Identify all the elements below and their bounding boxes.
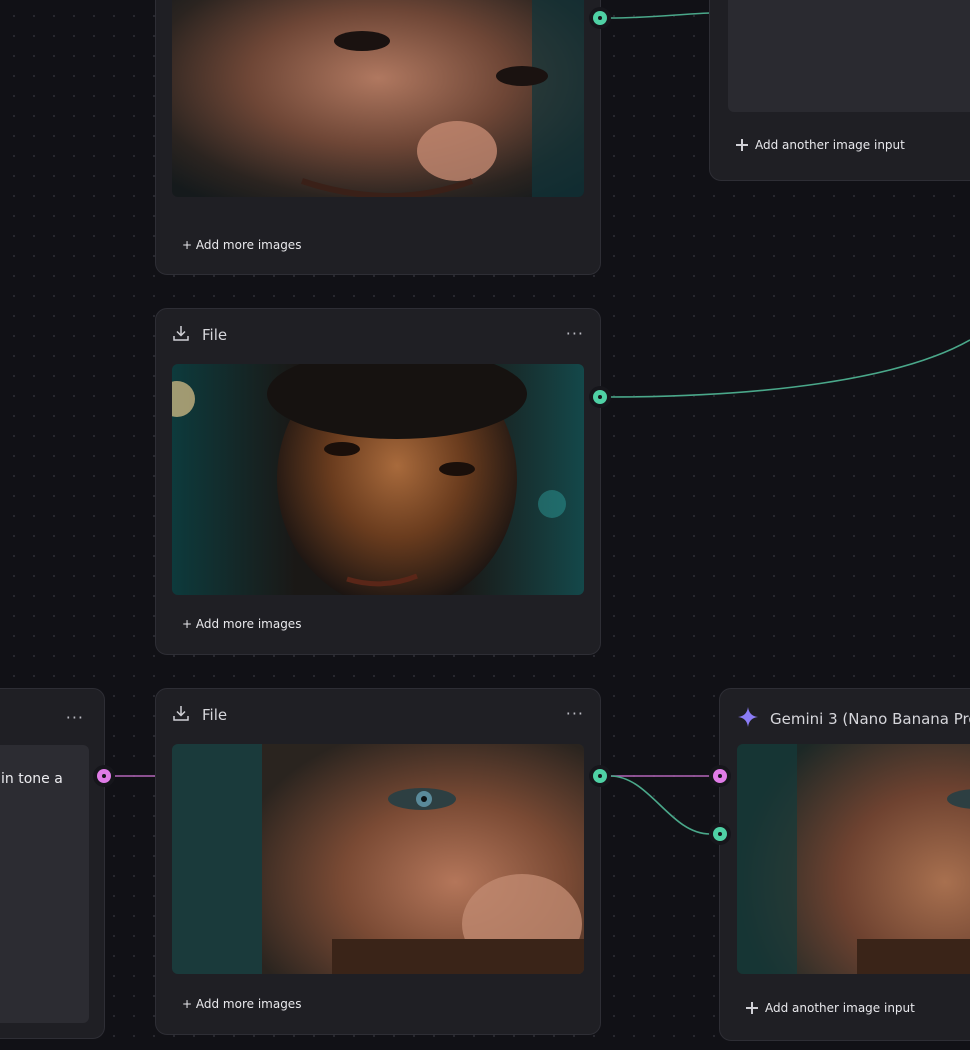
node-header: File ··· <box>172 323 584 347</box>
output-port-middle[interactable] <box>589 386 611 408</box>
file-node-bottom[interactable]: File ··· + Add more images <box>155 688 601 1035</box>
plus-icon <box>736 139 748 151</box>
node-header: File ··· <box>172 703 584 727</box>
portrait-image-woman <box>172 364 584 595</box>
prompt-text: in tone a <box>1 771 63 787</box>
input-port-gemini-prompt[interactable] <box>709 765 731 787</box>
image-input-placeholder[interactable] <box>728 0 970 112</box>
more-icon[interactable]: ··· <box>566 703 584 725</box>
node-title: File <box>202 706 228 724</box>
add-more-images-link[interactable]: + Add more images <box>182 617 301 631</box>
gemini-node[interactable]: Gemini 3 (Nano Banana Pro) Add another i… <box>719 688 970 1041</box>
wire-top <box>609 12 711 19</box>
add-more-images-link[interactable]: + Add more images <box>182 997 301 1011</box>
output-port-text[interactable] <box>93 765 115 787</box>
output-port-top[interactable] <box>589 7 611 29</box>
node-title: Gemini 3 (Nano Banana Pro) <box>770 710 970 728</box>
wire-bottom-green <box>609 775 711 835</box>
download-icon <box>172 704 190 726</box>
wire-mid <box>609 339 970 398</box>
input-port-gemini-image[interactable] <box>709 823 731 845</box>
add-another-image-input-label: Add another image input <box>755 138 905 152</box>
add-another-image-input-label: Add another image input <box>765 1001 915 1015</box>
add-another-image-input-button[interactable]: Add another image input <box>736 138 905 152</box>
portrait-image-man-blue-eye <box>172 744 584 974</box>
more-icon[interactable]: ··· <box>66 707 84 729</box>
output-port-bottom[interactable] <box>589 765 611 787</box>
more-icon[interactable]: ··· <box>566 323 584 345</box>
portrait-image-man-freckles <box>172 0 584 197</box>
text-prompt-node[interactable]: ··· in tone a <box>0 688 105 1039</box>
node-title: File <box>202 326 228 344</box>
file-node-top[interactable]: + Add more images <box>155 0 601 275</box>
image-input-node-top-right[interactable]: Add another image input <box>709 0 970 181</box>
prompt-text-area[interactable]: in tone a <box>0 745 89 1023</box>
file-node-middle[interactable]: File ··· + Add more images <box>155 308 601 655</box>
add-another-image-input-button[interactable]: Add another image input <box>746 1001 915 1015</box>
output-image-preview <box>737 744 970 974</box>
node-header: Gemini 3 (Nano Banana Pro) <box>738 707 970 731</box>
sparkle-icon <box>738 707 758 731</box>
download-icon <box>172 324 190 346</box>
plus-icon <box>746 1002 758 1014</box>
add-more-images-link[interactable]: + Add more images <box>182 238 301 252</box>
